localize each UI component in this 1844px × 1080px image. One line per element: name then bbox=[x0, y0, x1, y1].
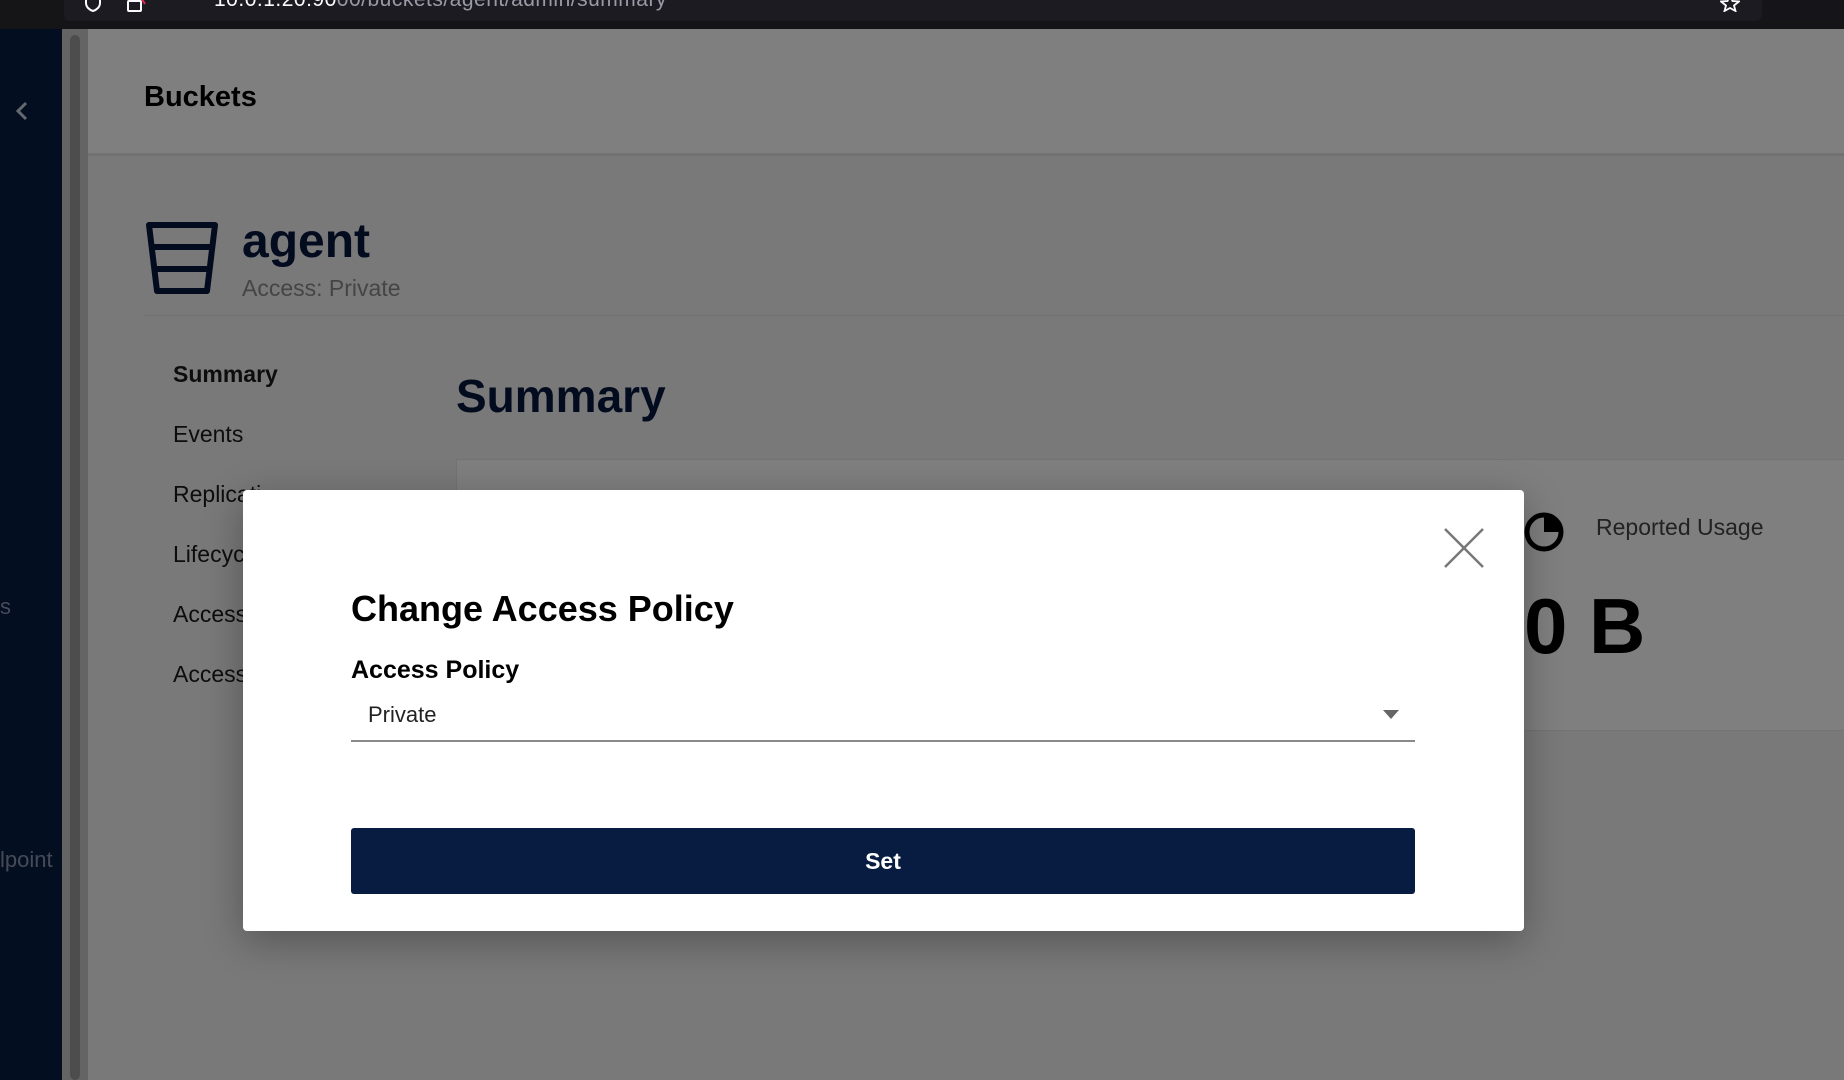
caret-down-icon bbox=[1383, 710, 1399, 719]
url-path: 00/buckets/agent/admin/summary bbox=[337, 0, 667, 11]
access-policy-selected-value: Private bbox=[368, 702, 437, 727]
change-access-policy-dialog: Change Access Policy Access Policy Priva… bbox=[243, 490, 1524, 931]
url-field[interactable]: 10.0.1.20:9000/buckets/agent/admin/summa… bbox=[214, 0, 667, 12]
insecure-lock-icon[interactable] bbox=[126, 0, 146, 12]
access-policy-select[interactable]: Private bbox=[351, 694, 1415, 742]
shield-icon[interactable] bbox=[84, 0, 102, 12]
close-icon[interactable] bbox=[1442, 526, 1486, 570]
access-policy-label: Access Policy bbox=[351, 656, 520, 684]
set-button[interactable]: Set bbox=[351, 828, 1415, 894]
dialog-title: Change Access Policy bbox=[351, 588, 734, 629]
bookmark-star-icon[interactable] bbox=[1720, 0, 1740, 12]
url-host: 10.0.1.20:90 bbox=[214, 0, 337, 11]
browser-address-bar: 10.0.1.20:9000/buckets/agent/admin/summa… bbox=[64, 0, 1762, 21]
